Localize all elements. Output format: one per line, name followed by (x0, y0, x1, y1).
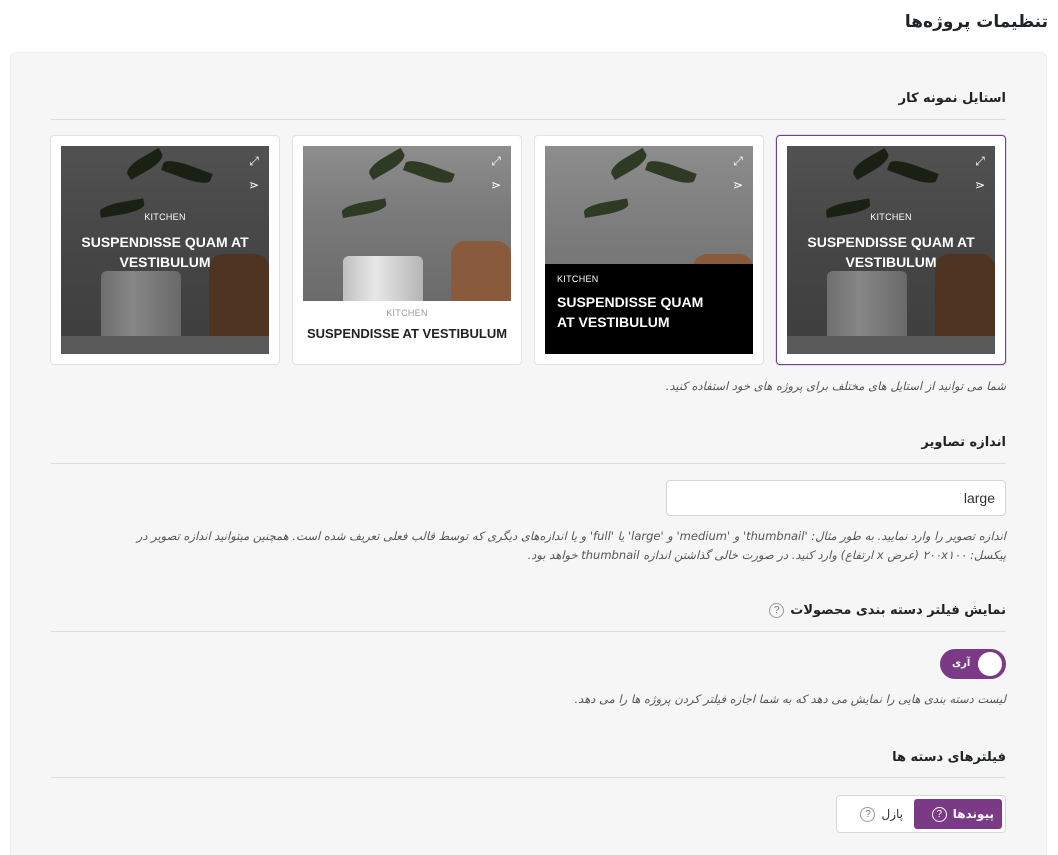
style-card-3[interactable]: ⤢ ⋖ KITCHEN SUSPENDISSE AT VESTIBULUM (292, 135, 522, 365)
card-title: SUSPENDISSE QUAM AT VESTIBULUM (807, 234, 975, 270)
share-icon[interactable]: ⋖ (731, 178, 745, 192)
image-size-input[interactable]: large (666, 480, 1006, 516)
option-label: پیوندها (952, 807, 994, 821)
settings-panel: استایل نمونه کار ⤢ ⋖ KITCHEN SUSPENDISSE… (10, 52, 1047, 855)
divider (51, 777, 1006, 778)
help-circle-icon[interactable]: ? (860, 807, 876, 822)
card-title: SUSPENDISSE QUAM AT VESTIBULUM (557, 294, 704, 330)
expand-icon[interactable]: ⤢ (731, 154, 745, 168)
card-category: KITCHEN (144, 212, 186, 222)
style-section-title: استایل نمونه کار (898, 91, 1006, 106)
style-card-1[interactable]: ⤢ ⋖ KITCHEN SUSPENDISSE QUAM AT VESTIBUL… (776, 135, 1006, 365)
divider (51, 119, 1006, 120)
filter-toggle[interactable]: آری (940, 649, 1006, 679)
image-size-title: اندازه تصاویر (921, 435, 1006, 450)
filter-section-title: نمایش فیلتر دسته بندی محصولات? (769, 603, 1006, 618)
card-image: ⤢ ⋖ (303, 146, 511, 301)
help-circle-icon[interactable]: ? (769, 603, 785, 618)
card-image: ⤢ ⋖ KITCHEN SUSPENDISSE QUAM AT VESTIBUL… (545, 146, 753, 354)
category-filters-title: فیلترهای دسته ها (892, 750, 1006, 765)
share-icon[interactable]: ⋖ (973, 178, 987, 192)
share-icon[interactable]: ⋖ (489, 178, 503, 192)
image-size-description-2: پیکسل: ۲۰۰x۱۰۰ (عرض x ارتفاع) وارد کنید.… (527, 548, 1006, 562)
option-puzzle[interactable]: پازل? (839, 799, 911, 829)
expand-icon[interactable]: ⤢ (489, 154, 503, 168)
card-title: SUSPENDISSE QUAM AT VESTIBULUM (81, 234, 249, 270)
filter-section-label: نمایش فیلتر دسته بندی محصولات (790, 603, 1006, 618)
option-label: پازل (881, 807, 903, 821)
card-category: KITCHEN (870, 212, 912, 222)
option-links[interactable]: پیوندها? (914, 799, 1002, 829)
expand-icon[interactable]: ⤢ (247, 154, 261, 168)
style-card-4[interactable]: ⤢ ⋖ KITCHEN SUSPENDISSE QUAM AT VESTIBUL… (50, 135, 280, 365)
card-category: KITCHEN (557, 274, 599, 284)
toggle-label: آری (952, 658, 971, 669)
divider (51, 631, 1006, 632)
category-filters-segmented: پیوندها? پازل? (836, 795, 1006, 833)
image-size-description-1: اندازه تصویر را وارد نمایید. به طور مثال… (136, 529, 1006, 543)
filter-description: لیست دسته بندی هایی را نمایش می دهد که ب… (574, 692, 1007, 706)
share-icon[interactable]: ⋖ (247, 178, 261, 192)
divider (51, 463, 1006, 464)
card-category: KITCHEN (386, 308, 428, 318)
card-title: SUSPENDISSE AT VESTIBULUM (306, 326, 508, 341)
toggle-knob (978, 652, 1002, 676)
style-card-2[interactable]: ⤢ ⋖ KITCHEN SUSPENDISSE QUAM AT VESTIBUL… (534, 135, 764, 365)
help-circle-icon[interactable]: ? (931, 807, 947, 822)
style-description: شما می توانید از استایل های مختلف برای پ… (665, 379, 1006, 393)
card-image: ⤢ ⋖ KITCHEN SUSPENDISSE QUAM AT VESTIBUL… (61, 146, 269, 354)
card-image: ⤢ ⋖ KITCHEN SUSPENDISSE QUAM AT VESTIBUL… (787, 146, 995, 354)
page-title: تنظیمات پروژه‌ها (904, 12, 1048, 32)
expand-icon[interactable]: ⤢ (973, 154, 987, 168)
